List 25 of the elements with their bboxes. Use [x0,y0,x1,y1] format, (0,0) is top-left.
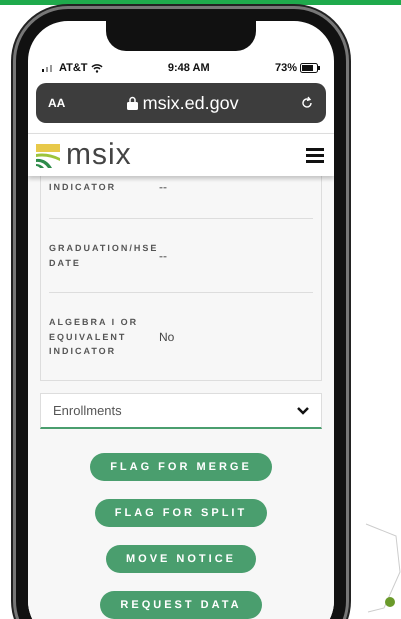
menu-icon[interactable] [306,147,324,163]
address-bar[interactable]: AA msix.ed.gov [36,83,326,123]
enrollments-dropdown[interactable]: Enrollments [40,393,322,430]
logo-text: msix [66,140,132,170]
url-text: msix.ed.gov [126,92,239,114]
chevron-icon [297,406,309,415]
field-value: No [159,330,174,344]
action-button[interactable]: REQUEST DATA [100,591,262,619]
action-button[interactable]: MOVE NOTICE [106,545,256,574]
lock-icon [126,96,138,110]
battery-percent: 73% [274,62,320,74]
clock-time: 9:48 AM [168,62,210,74]
logo-icon [34,142,60,168]
carrier-label: AT&T [42,62,103,74]
reload-icon[interactable] [300,96,314,110]
battery-icon [300,63,320,73]
field-label: ALGEBRA I OR EQUIVALENT INDICATOR [49,316,140,358]
field-label: INDICATOR [49,181,118,194]
text-size-button[interactable]: AA [48,96,66,110]
field-value: -- [159,248,167,263]
action-button[interactable]: FLAG FOR MERGE [90,453,272,482]
field-label: GRADUATION/HSE DATE [49,242,159,270]
wifi-icon [90,64,103,72]
field-value: -- [159,180,167,194]
action-button[interactable]: FLAG FOR SPLIT [94,499,268,528]
